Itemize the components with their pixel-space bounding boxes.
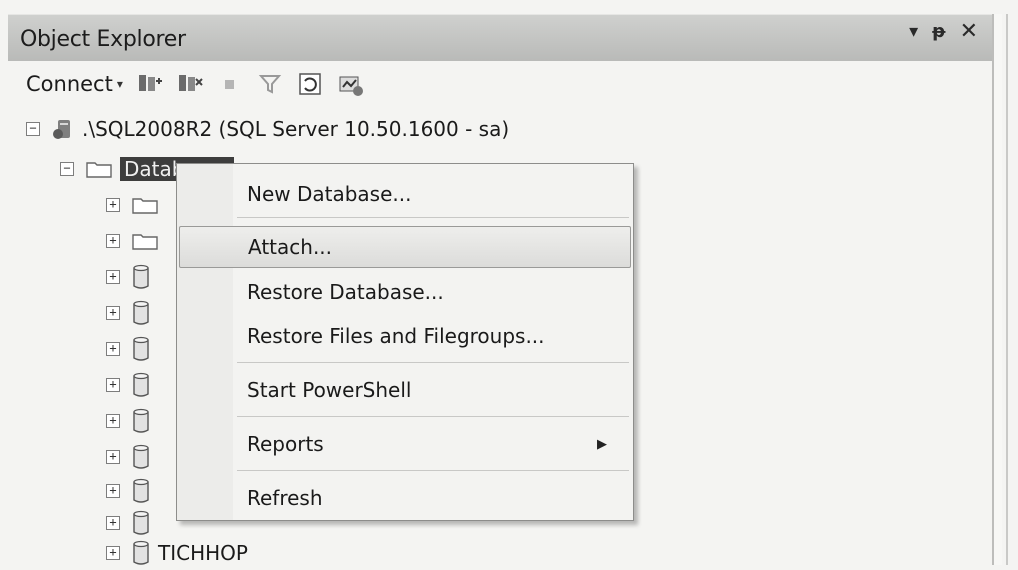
connect-label: Connect [26,72,113,96]
expand-icon[interactable]: + [106,546,120,560]
expand-icon[interactable]: + [106,342,120,356]
refresh-icon[interactable] [297,71,323,97]
expand-icon[interactable]: + [106,378,120,392]
menu-item-restore-database[interactable]: Restore Database... [179,272,629,312]
databases-context-menu: New Database... Attach... Restore Databa… [176,163,634,521]
disconnect-server-icon[interactable] [177,71,203,97]
menu-item-label: New Database... [247,182,412,206]
expand-icon[interactable]: + [106,270,120,284]
database-icon [133,478,149,503]
tree-node-label: TICHHOP [158,541,248,565]
panel-title: Object Explorer [20,27,186,52]
panel-right-border [992,14,1002,565]
menu-item-attach[interactable]: Attach... [179,226,631,268]
database-icon [133,408,149,433]
menu-separator [237,217,629,218]
menu-item-label: Restore Files and Filegroups... [247,324,545,348]
tree-node-child[interactable]: + [106,260,158,294]
expand-icon[interactable]: + [106,414,120,428]
menu-separator [237,470,629,471]
panel-controls: ▾ ᵽ ✕ [909,21,978,43]
tree-node-child[interactable]: + [106,224,166,258]
filter-icon[interactable] [257,71,283,97]
menu-item-restore-files[interactable]: Restore Files and Filegroups... [179,316,629,356]
database-icon [133,510,149,535]
stop-icon[interactable] [217,71,243,97]
server-icon [53,120,70,139]
server-label: .\SQL2008R2 (SQL Server 10.50.1600 - sa) [82,117,510,141]
database-icon [133,540,149,565]
submenu-arrow-icon: ▶ [597,436,607,452]
expand-icon[interactable]: + [106,234,120,248]
menu-item-refresh[interactable]: Refresh [179,478,629,518]
collapse-icon[interactable]: − [26,122,40,136]
tree-node-child[interactable]: + [106,404,158,438]
tree-node-child[interactable]: + [106,474,158,508]
menu-item-reports[interactable]: Reports ▶ [179,424,629,464]
menu-item-label: Restore Database... [247,280,444,304]
menu-item-label: Refresh [247,486,323,510]
object-explorer-toolbar: Connect ▾ [8,62,992,106]
tree-node-child[interactable]: + [106,332,158,366]
dropdown-icon[interactable]: ▾ [909,23,918,41]
expand-icon[interactable]: + [106,484,120,498]
menu-separator [237,362,629,363]
tree-node-child[interactable]: + [106,296,158,330]
close-icon[interactable]: ✕ [960,21,978,43]
menu-item-label: Start PowerShell [247,378,412,402]
database-icon [133,372,149,397]
tree-node-child[interactable]: + [106,506,158,540]
folder-icon [132,234,158,250]
folder-icon [132,198,158,214]
expand-icon[interactable]: + [106,306,120,320]
expand-icon[interactable]: + [106,198,120,212]
database-icon [133,336,149,361]
expand-icon[interactable]: + [106,450,120,464]
database-icon [133,264,149,289]
menu-item-new-database[interactable]: New Database... [179,174,629,214]
pin-icon[interactable]: ᵽ [932,23,945,41]
tree-node-server[interactable]: − .\SQL2008R2 (SQL Server 10.50.1600 - s… [26,112,509,146]
menu-item-start-powershell[interactable]: Start PowerShell [179,370,629,410]
object-explorer-titlebar: Object Explorer ▾ ᵽ ✕ [8,14,992,61]
connect-button[interactable]: Connect ▾ [26,72,123,96]
activity-monitor-icon[interactable] [337,71,363,97]
tree-node-child[interactable]: + [106,368,158,402]
menu-separator [237,416,629,417]
connect-server-icon[interactable] [137,71,163,97]
panel-right-border-outer [1006,14,1008,565]
tree-node-child[interactable]: + [106,440,158,474]
expand-icon[interactable]: + [106,516,120,530]
folder-icon [86,162,112,178]
menu-item-label: Attach... [248,235,333,259]
database-icon [133,444,149,469]
tree-node-child[interactable]: + [106,188,166,222]
database-icon [133,300,149,325]
menu-item-label: Reports [247,432,324,456]
chevron-down-icon: ▾ [116,77,123,91]
collapse-icon[interactable]: − [60,162,74,176]
